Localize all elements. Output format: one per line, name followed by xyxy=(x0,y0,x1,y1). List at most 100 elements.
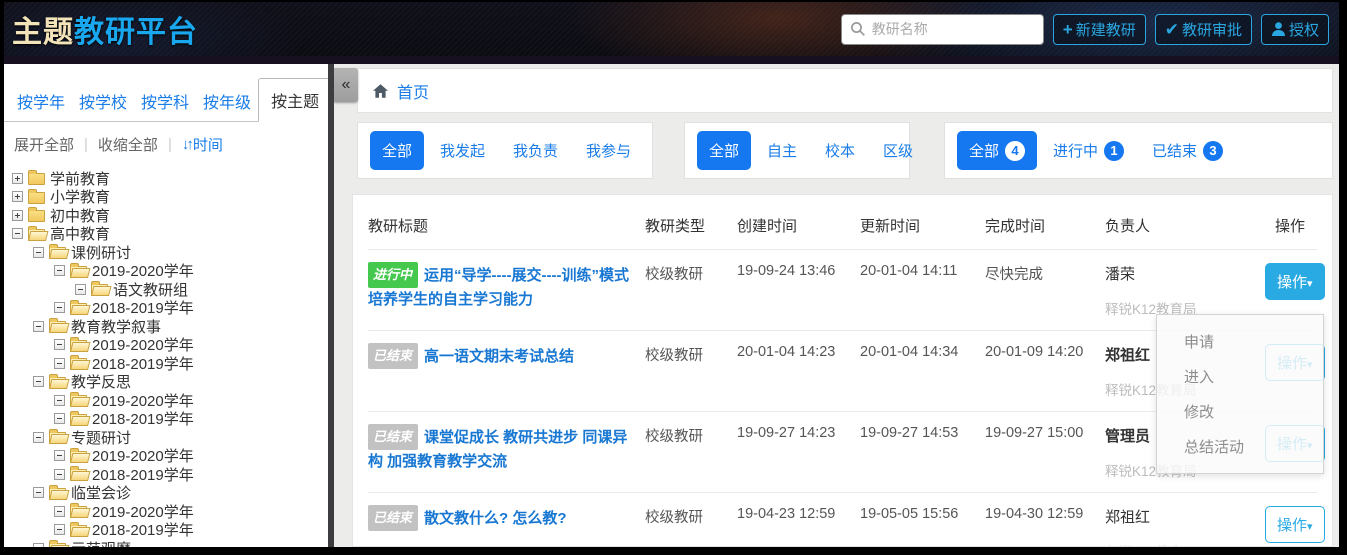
filter-group-level: 全部 自主 校本 区级 xyxy=(684,122,910,179)
column-header-created: 创建时间 xyxy=(737,215,860,236)
tree-item[interactable]: 小学教育 xyxy=(4,188,328,207)
collapse-minus-icon[interactable] xyxy=(33,321,44,332)
collapse-minus-icon[interactable] xyxy=(54,395,65,406)
tree-item[interactable]: 2018-2019学年 xyxy=(4,410,328,429)
sidebar-collapse-button[interactable]: « xyxy=(334,68,358,102)
app-title-secondary: 教研平台 xyxy=(74,16,198,49)
authorize-button[interactable]: 授权 xyxy=(1261,14,1329,45)
filter-responsible-button[interactable]: 我负责 xyxy=(501,131,570,170)
filter-group-ownership: 全部 我发起 我负责 我参与 xyxy=(357,122,653,179)
filter-participated-button[interactable]: 我参与 xyxy=(574,131,643,170)
tree-item[interactable]: 教育教学叙事 xyxy=(4,317,328,336)
research-title-text: 散文教什么? 怎么教? xyxy=(424,510,567,527)
collapse-minus-icon[interactable] xyxy=(12,228,23,239)
expand-plus-icon[interactable] xyxy=(12,210,23,221)
tab-by-subject[interactable]: 按学科 xyxy=(134,81,196,121)
collapse-minus-icon[interactable] xyxy=(54,265,65,276)
tree-item[interactable]: 专题研讨 xyxy=(4,428,328,447)
action-label: 操作 xyxy=(1277,517,1307,534)
tab-by-school[interactable]: 按学校 xyxy=(72,81,134,121)
owner-name: 郑祖红 xyxy=(1105,509,1150,526)
filter-district-button[interactable]: 区级 xyxy=(871,131,925,170)
collapse-minus-icon[interactable] xyxy=(54,302,65,313)
tree-item[interactable]: 临堂会诊 xyxy=(4,484,328,503)
collapse-minus-icon[interactable] xyxy=(33,487,44,498)
cell-created: 19-04-23 12:59 xyxy=(737,506,860,522)
filter-initiated-button[interactable]: 我发起 xyxy=(428,131,497,170)
expand-plus-icon[interactable] xyxy=(12,191,23,202)
action-menu-button[interactable]: 操作▾ xyxy=(1265,506,1325,543)
menu-item-enter[interactable]: 进入 xyxy=(1157,359,1323,394)
filter-finished-button[interactable]: 已结束 3 xyxy=(1140,131,1235,170)
tree-item[interactable]: 初中教育 xyxy=(4,206,328,225)
collapse-minus-icon[interactable] xyxy=(33,432,44,443)
tree-item[interactable]: 教学反思 xyxy=(4,373,328,392)
filter-in-progress-button[interactable]: 进行中 1 xyxy=(1041,131,1136,170)
tree-item[interactable]: 2019-2020学年 xyxy=(4,391,328,410)
folder-closed-icon xyxy=(28,192,45,204)
tab-by-theme[interactable]: 按主题 xyxy=(258,78,332,122)
tree-item[interactable]: 2019-2020学年 xyxy=(4,502,328,521)
collapse-minus-icon[interactable] xyxy=(33,543,44,547)
collapse-minus-icon[interactable] xyxy=(54,469,65,480)
research-title-link[interactable]: 进行中运用“导学----展交----训练”模式 培养学生的自主学习能力 xyxy=(368,267,629,308)
research-title-link[interactable]: 已结束散文教什么? 怎么教? xyxy=(368,510,567,527)
collapse-minus-icon[interactable] xyxy=(33,247,44,258)
count-badge: 1 xyxy=(1104,141,1124,161)
menu-item-apply[interactable]: 申请 xyxy=(1157,324,1323,359)
filter-level-all-button[interactable]: 全部 xyxy=(697,131,751,170)
search-input[interactable] xyxy=(872,21,1035,37)
cell-completed: 尽快完成 xyxy=(985,263,1105,284)
breadcrumb-home-link[interactable]: 首页 xyxy=(397,79,429,103)
new-research-button[interactable]: + 新建教研 xyxy=(1053,14,1146,45)
filter-school-button[interactable]: 校本 xyxy=(813,131,867,170)
tree-item[interactable]: 2019-2020学年 xyxy=(4,262,328,281)
folder-closed-icon xyxy=(28,173,45,185)
tab-by-school-year[interactable]: 按学年 xyxy=(10,81,72,121)
tree-item[interactable]: 2018-2019学年 xyxy=(4,354,328,373)
tree-item[interactable]: 学前教育 xyxy=(4,169,328,188)
filter-self-button[interactable]: 自主 xyxy=(755,131,809,170)
filter-all-button[interactable]: 全部 xyxy=(370,131,424,170)
home-icon xyxy=(371,82,390,100)
tree-item[interactable]: 高中教育 xyxy=(4,225,328,244)
expand-all-link[interactable]: 展开全部 xyxy=(14,134,74,155)
divider: | xyxy=(84,136,88,153)
collapse-minus-icon[interactable] xyxy=(54,358,65,369)
sort-by-time-link[interactable]: ↓↑ 时间 xyxy=(182,134,223,155)
filter-status-all-button[interactable]: 全部 4 xyxy=(957,131,1037,170)
tree-item[interactable]: 课例研讨 xyxy=(4,243,328,262)
collapse-minus-icon[interactable] xyxy=(54,413,65,424)
status-badge: 进行中 xyxy=(368,262,418,288)
tree-item[interactable]: 2018-2019学年 xyxy=(4,299,328,318)
menu-item-summary[interactable]: 总结活动 xyxy=(1157,429,1323,464)
cell-updated: 19-05-05 15:56 xyxy=(860,506,985,522)
action-menu-button[interactable]: 操作▾ xyxy=(1265,263,1325,300)
collapse-minus-icon[interactable] xyxy=(54,450,65,461)
menu-item-modify[interactable]: 修改 xyxy=(1157,394,1323,429)
folder-open-icon xyxy=(49,432,66,444)
tree-item[interactable]: 2018-2019学年 xyxy=(4,521,328,540)
cell-type: 校级教研 xyxy=(645,263,737,284)
collapse-all-link[interactable]: 收缩全部 xyxy=(98,134,158,155)
collapse-minus-icon[interactable] xyxy=(75,284,86,295)
collapse-minus-icon[interactable] xyxy=(54,506,65,517)
tree-item[interactable]: 2019-2020学年 xyxy=(4,447,328,466)
collapse-minus-icon[interactable] xyxy=(54,339,65,350)
tab-by-grade[interactable]: 按年级 xyxy=(196,81,258,121)
expand-plus-icon[interactable] xyxy=(12,173,23,184)
research-title-link[interactable]: 已结束课堂促成长 教研共进步 同课异构 加强教育教学交流 xyxy=(368,429,627,470)
collapse-minus-icon[interactable] xyxy=(33,376,44,387)
header-actions: + 新建教研 ✔ 教研审批 授权 xyxy=(841,14,1329,45)
folder-open-icon xyxy=(91,284,108,296)
research-approval-button[interactable]: ✔ 教研审批 xyxy=(1155,14,1252,45)
breadcrumb: 首页 xyxy=(357,68,1333,113)
tree-item[interactable]: 语文教研组 xyxy=(4,280,328,299)
research-title-link[interactable]: 已结束高一语文期末考试总结 xyxy=(368,348,574,365)
collapse-minus-icon[interactable] xyxy=(54,524,65,535)
tree-item[interactable]: 2019-2020学年 xyxy=(4,336,328,355)
sort-time-label: 时间 xyxy=(193,134,223,155)
folder-open-icon xyxy=(70,451,87,463)
tree-item[interactable]: 2018-2019学年 xyxy=(4,465,328,484)
folder-open-icon xyxy=(70,525,87,537)
